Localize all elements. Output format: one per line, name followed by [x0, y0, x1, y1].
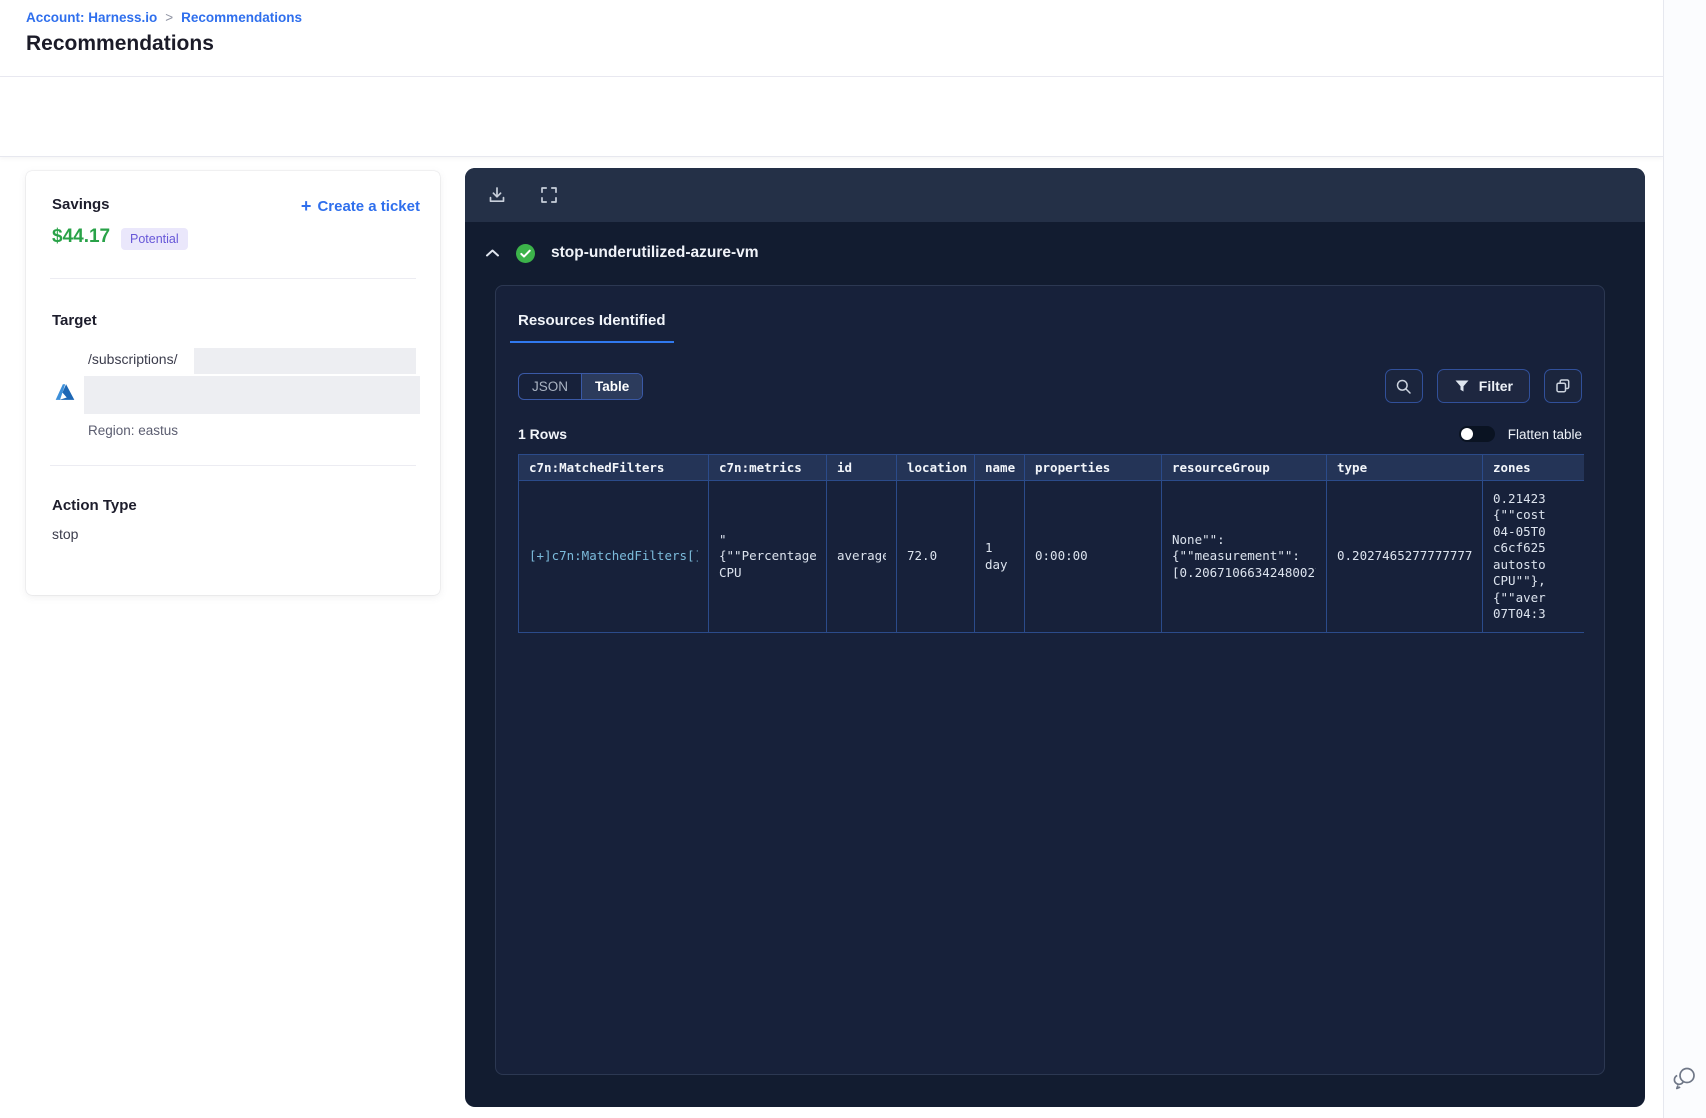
view-toggle-json[interactable]: JSON — [519, 374, 581, 399]
resources-table: c7n:MatchedFilters c7n:metrics id locati… — [518, 454, 1584, 633]
col-type: type — [1326, 454, 1483, 481]
create-ticket-label: Create a ticket — [317, 197, 420, 215]
table-header-row: c7n:MatchedFilters c7n:metrics id locati… — [518, 454, 1584, 481]
savings-label: Savings — [52, 196, 110, 213]
evaluation-results-panel: stop-underutilized-azure-vm Resources Id… — [465, 168, 1645, 1107]
rule-result-title: stop-underutilized-azure-vm — [551, 244, 759, 261]
rule-header: stop-underutilized-azure-vm Last evaluat… — [0, 77, 1663, 210]
redacted-subscription-id — [194, 348, 416, 374]
card-divider — [50, 278, 416, 279]
rule-result-group-header: stop-underutilized-azure-vm — [465, 222, 1645, 284]
search-icon[interactable] — [1384, 369, 1423, 403]
chevron-up-icon[interactable] — [485, 248, 500, 258]
filter-button[interactable]: Filter — [1436, 369, 1530, 403]
view-toggle-table[interactable]: Table — [581, 373, 643, 399]
col-id: id — [826, 454, 897, 481]
col-location: location — [896, 454, 975, 481]
col-c7n-matchedfilters: c7n:MatchedFilters — [518, 454, 709, 481]
breadcrumb: Account: Harness.io > Recommendations — [26, 10, 302, 25]
azure-icon — [52, 381, 78, 407]
flatten-table-control: Flatten table — [1458, 426, 1582, 442]
cell-id: average — [837, 548, 886, 564]
savings-potential-badge: Potential — [121, 228, 188, 250]
page-title: Recommendations — [26, 32, 214, 55]
table-controls-row: JSON Table Filter — [518, 369, 1582, 403]
savings-value: $44.17 — [52, 226, 111, 247]
breadcrumb-separator-icon: > — [165, 10, 174, 25]
recommendation-summary-card: Savings + Create a ticket $44.17 Potenti… — [26, 171, 440, 595]
target-region: Region: eastus — [88, 423, 179, 438]
table-actions: Filter — [1384, 369, 1582, 403]
rows-count: 1 Rows — [518, 426, 568, 442]
filter-label: Filter — [1478, 378, 1513, 394]
resources-table-viewport: c7n:MatchedFilters c7n:metrics id locati… — [518, 454, 1584, 633]
cell-zones: 0.21423 {""cost 04-05T0 c6cf625 autosto … — [1493, 490, 1546, 622]
target-path: /subscriptions/ — [88, 351, 178, 367]
action-type-label: Action Type — [52, 497, 137, 514]
col-zones: zones — [1482, 454, 1584, 481]
fullscreen-icon[interactable] — [536, 182, 562, 208]
right-rail — [1663, 0, 1706, 1118]
col-resourcegroup: resourceGroup — [1161, 454, 1327, 481]
flatten-table-toggle[interactable] — [1458, 426, 1495, 442]
col-properties: properties — [1024, 454, 1162, 481]
download-icon[interactable] — [484, 182, 510, 208]
plus-icon: + — [300, 196, 312, 216]
target-label: Target — [52, 312, 97, 329]
create-ticket-button[interactable]: + Create a ticket — [301, 197, 420, 215]
matched-filters-expander[interactable]: [+]c7n:MatchedFilters[] — [529, 548, 698, 565]
table-row: [+]c7n:MatchedFilters[] " {""Percentage … — [518, 480, 1584, 633]
redacted-resource-path — [84, 376, 420, 414]
cell-name: 1 day — [985, 540, 1008, 572]
cell-type: 0.20274652777777777 — [1337, 548, 1472, 564]
success-check-icon — [515, 243, 536, 264]
toggle-knob — [1460, 428, 1473, 440]
view-toggle: JSON Table — [518, 372, 644, 400]
copy-icon[interactable] — [1544, 369, 1582, 403]
card-divider — [50, 465, 416, 466]
table-meta-row: 1 Rows Flatten table — [518, 426, 1582, 442]
cell-properties: 0:00:00 — [1035, 548, 1088, 564]
panel-toolbar — [465, 168, 1645, 222]
cell-resourcegroup: None"": {""measurement"": [0.20671066342… — [1172, 531, 1316, 580]
breadcrumb-account-link[interactable]: Account: Harness.io — [26, 10, 157, 25]
funnel-icon — [1454, 379, 1470, 394]
col-c7n-metrics: c7n:metrics — [708, 454, 827, 481]
tab-resources-identified[interactable]: Resources Identified — [510, 306, 674, 343]
col-name: name — [974, 454, 1025, 481]
cell-location: 72.0 — [907, 548, 938, 564]
resources-card: Resources Identified JSON Table Filter 1… — [495, 285, 1605, 1075]
help-chat-icon[interactable] — [1671, 1063, 1701, 1093]
breadcrumb-current-link[interactable]: Recommendations — [181, 10, 302, 25]
cell-c7n-metrics: " {""Percentage CPU — [719, 531, 816, 580]
flatten-table-label: Flatten table — [1507, 426, 1582, 442]
action-type-value: stop — [52, 526, 79, 542]
